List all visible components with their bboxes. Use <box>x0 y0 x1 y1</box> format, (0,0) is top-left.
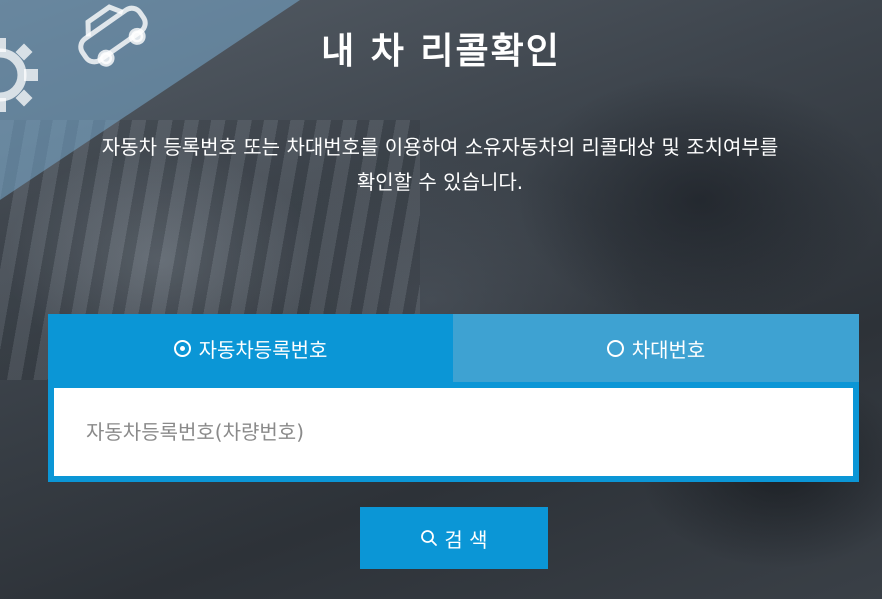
tab-label: 자동차등록번호 <box>198 337 328 362</box>
search-button-label: 검 색 <box>444 527 488 552</box>
search-input-frame <box>48 382 859 482</box>
description-line: 확인할 수 있습니다. <box>356 170 524 194</box>
search-button[interactable]: 검 색 <box>360 507 548 569</box>
search-icon <box>421 530 438 546</box>
search-input[interactable] <box>54 388 853 476</box>
radio-checked-icon[interactable] <box>173 339 191 357</box>
tab-registration-number[interactable]: 자동차등록번호 <box>48 314 453 382</box>
radio-unchecked-icon[interactable] <box>606 339 624 357</box>
description-line: 자동차 등록번호 또는 차대번호를 이용하여 소유자동차의 리콜대상 및 조치여… <box>101 135 779 159</box>
tab-label: 차대번호 <box>631 337 706 362</box>
page-description: 자동차 등록번호 또는 차대번호를 이용하여 소유자동차의 리콜대상 및 조치여… <box>40 130 840 200</box>
page-title: 내 차 리콜확인 <box>321 31 561 72</box>
search-type-tabs: 자동차등록번호 차대번호 <box>48 314 859 382</box>
tab-vin[interactable]: 차대번호 <box>453 314 859 382</box>
